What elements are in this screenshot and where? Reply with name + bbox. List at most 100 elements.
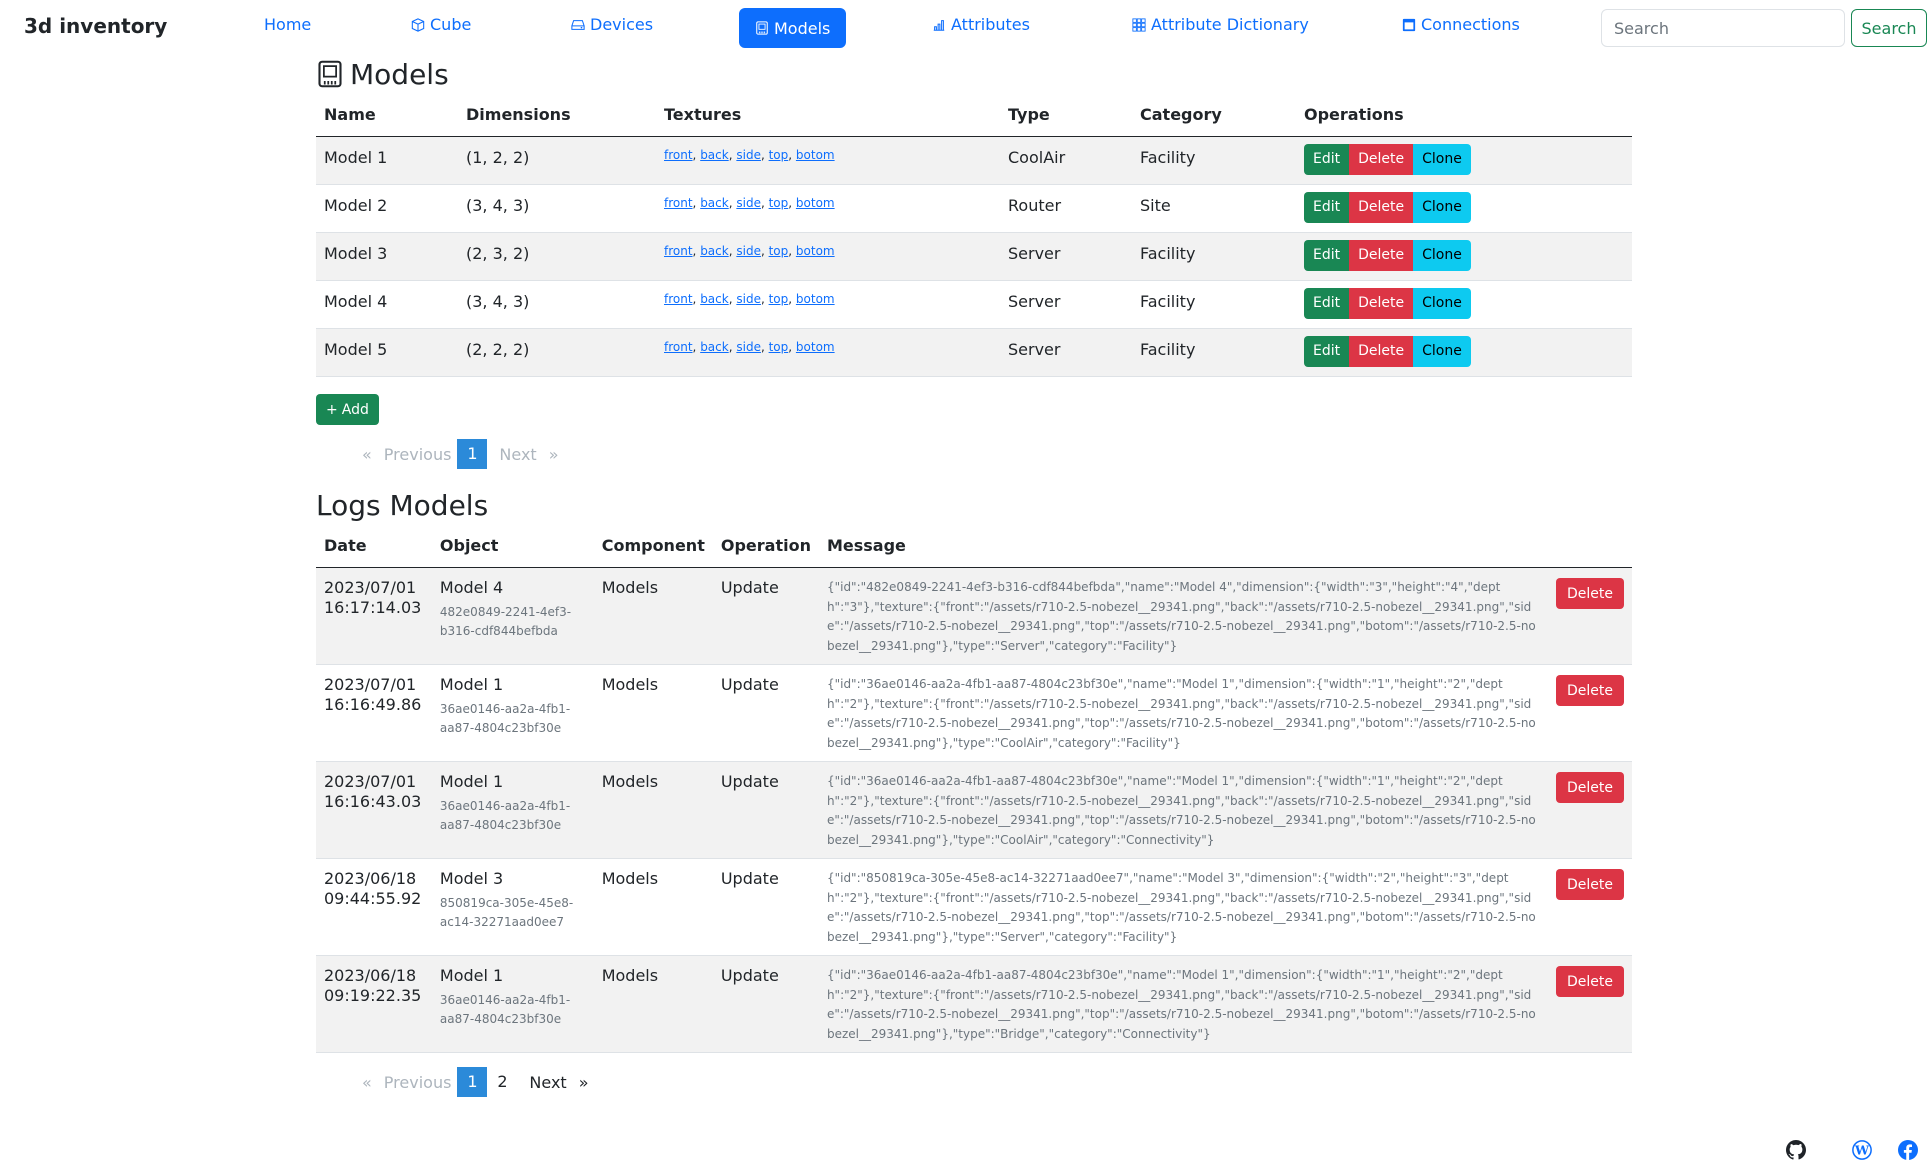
texture-link-1[interactable]: back — [700, 148, 729, 162]
clone-button[interactable]: Clone — [1413, 192, 1471, 223]
model-dimensions: (3, 4, 3) — [458, 280, 656, 329]
log-date-time: 09:44:55.92 — [324, 889, 422, 908]
pc-display-icon — [1402, 18, 1416, 31]
delete-button[interactable]: Delete — [1349, 144, 1414, 175]
texture-link-4[interactable]: botom — [796, 196, 835, 210]
log-date: 2023/07/01 16:16:49.86 — [316, 664, 432, 762]
nav-home[interactable]: Home — [264, 15, 311, 34]
log-operation: Update — [712, 955, 819, 1053]
model-type: Server — [1000, 328, 1132, 377]
pagination-page-1[interactable]: 1 — [457, 1067, 488, 1097]
log-actions: Delete — [1548, 761, 1632, 859]
model-type: Server — [1000, 280, 1132, 329]
texture-link-4[interactable]: botom — [796, 292, 835, 306]
table-row: Model 1 (1, 2, 2) front, back, side, top, … — [316, 136, 1632, 185]
clone-button[interactable]: Clone — [1413, 288, 1471, 319]
log-actions: Delete — [1548, 858, 1632, 956]
model-dimensions: (2, 2, 2) — [458, 328, 656, 377]
texture-link-3[interactable]: top — [769, 340, 789, 354]
nav-connections[interactable]: Connections — [1402, 15, 1520, 34]
pagination-last[interactable]: » — [573, 1073, 595, 1092]
texture-link-0[interactable]: front — [664, 292, 693, 306]
col-date: Date — [316, 523, 432, 568]
nav-models[interactable]: Models — [739, 8, 847, 48]
texture-link-3[interactable]: top — [769, 244, 789, 258]
clone-button[interactable]: Clone — [1413, 144, 1471, 175]
delete-button[interactable]: Delete — [1349, 192, 1414, 223]
pagination-page-2[interactable]: 2 — [487, 1067, 517, 1097]
table-row: 2023/06/18 09:44:55.92 Model 3 850819ca-305… — [316, 858, 1632, 956]
table-row: Model 3 (2, 3, 2) front, back, side, top, … — [316, 232, 1632, 281]
model-type: Server — [1000, 232, 1132, 281]
log-date-time: 09:19:22.35 — [324, 986, 422, 1005]
log-message: {"id":"850819ca-305e-45e8-ac14-32271aad0… — [818, 858, 1548, 956]
log-object-name: Model 1 — [439, 966, 504, 985]
texture-link-1[interactable]: back — [700, 340, 729, 354]
edit-button[interactable]: Edit — [1304, 192, 1350, 223]
edit-button[interactable]: Edit — [1304, 240, 1350, 271]
nav-devices[interactable]: Devices — [571, 15, 653, 34]
brand[interactable]: 3d inventory — [24, 14, 167, 38]
log-object: Model 4 482e0849-2241-4ef3-b316-cdf844bef… — [431, 567, 594, 665]
texture-link-2[interactable]: side — [736, 148, 761, 162]
texture-link-3[interactable]: top — [769, 148, 789, 162]
add-button[interactable]: + Add — [316, 394, 379, 425]
delete-button[interactable]: Delete — [1556, 675, 1624, 706]
texture-link-0[interactable]: front — [664, 148, 693, 162]
texture-link-0[interactable]: front — [664, 244, 693, 258]
wordpress-icon[interactable]: W — [1852, 1140, 1872, 1160]
delete-button[interactable]: Delete — [1556, 966, 1624, 997]
models-table: Name Dimensions Textures Type Category O… — [316, 92, 1632, 377]
table-row: 2023/06/18 09:19:22.35 Model 1 36ae0146-aa2… — [316, 955, 1632, 1053]
nav-cube[interactable]: Cube — [411, 15, 471, 34]
edit-button[interactable]: Edit — [1304, 336, 1350, 367]
log-object: Model 1 36ae0146-aa2a-4fb1-aa87-4804c23bf… — [431, 955, 594, 1053]
main-content: Models Name Dimensions Textures Type Cat… — [316, 56, 1632, 1097]
nav-attribute-dictionary[interactable]: Attribute Dictionary — [1132, 15, 1309, 34]
model-textures: front, back, side, top, botom — [656, 232, 1000, 281]
delete-button[interactable]: Delete — [1556, 772, 1624, 803]
delete-button[interactable]: Delete — [1349, 240, 1414, 271]
delete-button[interactable]: Delete — [1349, 336, 1414, 367]
texture-link-2[interactable]: side — [736, 340, 761, 354]
clone-button[interactable]: Clone — [1413, 336, 1471, 367]
pagination-page-1[interactable]: 1 — [457, 439, 488, 469]
search-input[interactable] — [1601, 9, 1845, 47]
texture-link-1[interactable]: back — [700, 196, 729, 210]
nav-attributes-label: Attributes — [951, 15, 1030, 34]
table-row: 2023/07/01 16:16:43.03 Model 1 36ae0146-aa2… — [316, 761, 1632, 859]
delete-button[interactable]: Delete — [1349, 288, 1414, 319]
search-button[interactable]: Search — [1851, 9, 1927, 47]
texture-link-0[interactable]: front — [664, 196, 693, 210]
texture-link-4[interactable]: botom — [796, 340, 835, 354]
log-object: Model 1 36ae0146-aa2a-4fb1-aa87-4804c23bf… — [431, 761, 594, 859]
texture-link-3[interactable]: top — [769, 196, 789, 210]
col-operations: Operations — [1296, 92, 1632, 137]
facebook-icon[interactable] — [1898, 1140, 1918, 1160]
pagination-next[interactable]: Next — [523, 1073, 572, 1092]
edit-button[interactable]: Edit — [1304, 288, 1350, 319]
edit-button[interactable]: Edit — [1304, 144, 1350, 175]
delete-button[interactable]: Delete — [1556, 578, 1624, 609]
clone-button[interactable]: Clone — [1413, 240, 1471, 271]
texture-link-3[interactable]: top — [769, 292, 789, 306]
github-icon[interactable] — [1786, 1140, 1806, 1160]
texture-link-1[interactable]: back — [700, 244, 729, 258]
log-date: 2023/06/18 09:44:55.92 — [316, 858, 432, 956]
texture-link-2[interactable]: side — [736, 244, 761, 258]
log-object-name: Model 1 — [439, 675, 504, 694]
model-textures: front, back, side, top, botom — [656, 280, 1000, 329]
texture-link-2[interactable]: side — [736, 196, 761, 210]
col-type: Type — [1000, 92, 1132, 137]
texture-link-0[interactable]: front — [664, 340, 693, 354]
log-object-id: 36ae0146-aa2a-4fb1-aa87-4804c23bf30e — [439, 702, 571, 735]
texture-link-4[interactable]: botom — [796, 244, 835, 258]
texture-link-1[interactable]: back — [700, 292, 729, 306]
nav-attributes[interactable]: Attributes — [932, 15, 1030, 34]
col-category: Category — [1132, 92, 1296, 137]
log-message: {"id":"36ae0146-aa2a-4fb1-aa87-4804c23bf… — [818, 761, 1548, 859]
texture-link-4[interactable]: botom — [796, 148, 835, 162]
log-date-day: 2023/06/18 — [324, 869, 417, 888]
delete-button[interactable]: Delete — [1556, 869, 1624, 900]
texture-link-2[interactable]: side — [736, 292, 761, 306]
